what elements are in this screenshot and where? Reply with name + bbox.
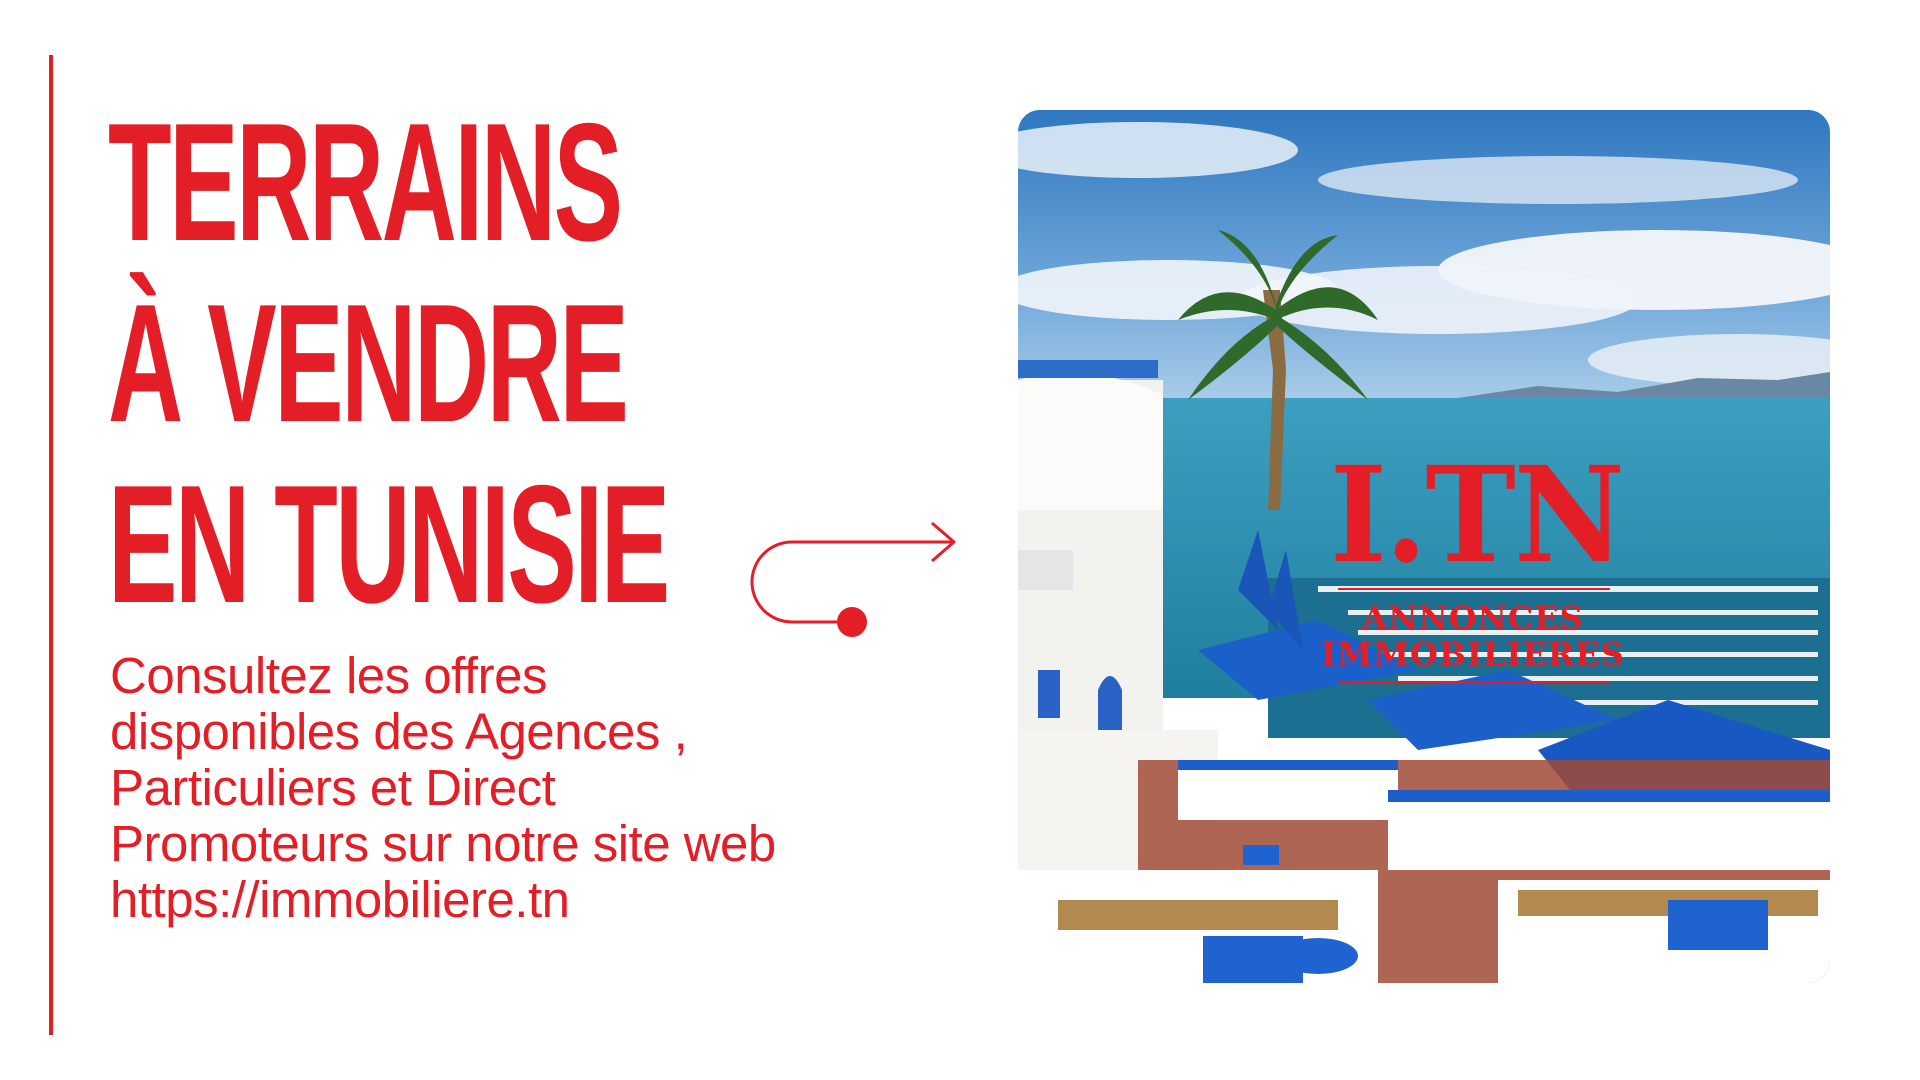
sidi-bou-said-photo bbox=[1018, 110, 1830, 983]
description-line-2: disponibles des Agences , bbox=[110, 703, 688, 760]
curved-arrow-right-icon bbox=[750, 521, 956, 637]
headline-line-1: TERRAINS bbox=[108, 88, 623, 276]
description-line-1: Consultez les offres bbox=[110, 647, 547, 704]
vertical-accent-rule bbox=[49, 55, 53, 1035]
headline-line-3: EN TUNISIE bbox=[108, 450, 670, 638]
website-url[interactable]: https://immobiliere.tn bbox=[110, 872, 1000, 928]
description: Consultez les offres disponibles des Age… bbox=[110, 648, 1000, 928]
description-line-4: Promoteurs sur notre site web bbox=[110, 815, 776, 872]
headline-line-2: À VENDRE bbox=[108, 269, 629, 457]
description-line-3: Particuliers et Direct bbox=[110, 759, 556, 816]
headline: TERRAINS À VENDRE EN TUNISIE bbox=[108, 88, 670, 638]
